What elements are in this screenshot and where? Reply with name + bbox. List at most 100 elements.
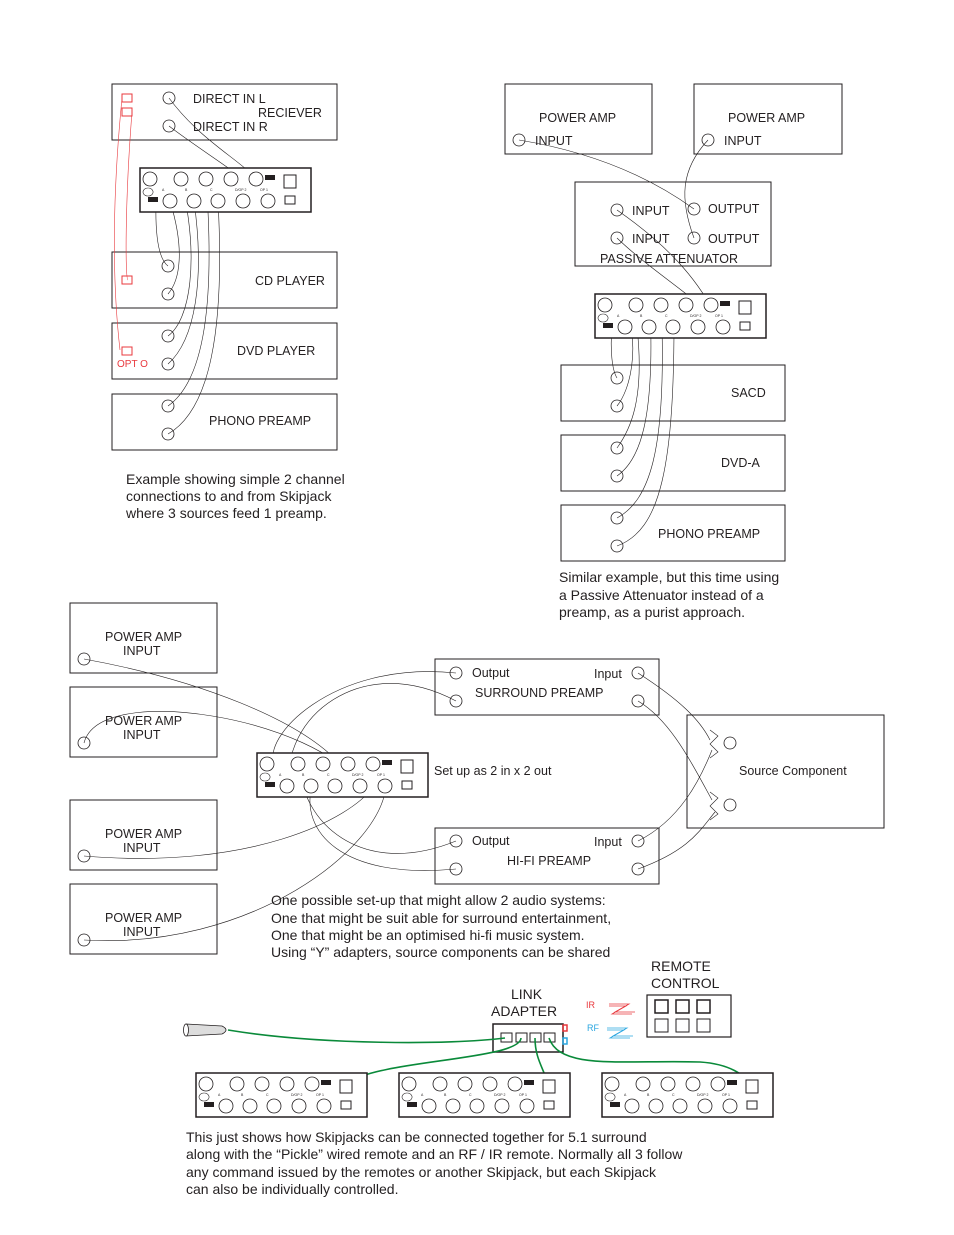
optical-port-icon	[321, 1080, 331, 1085]
remote-control[interactable]	[646, 994, 732, 1038]
label: HI-FI PREAMP	[507, 854, 591, 868]
rca-jack-icon	[248, 171, 264, 187]
label: PHONO PREAMP	[209, 414, 311, 428]
label: CD PLAYER	[255, 274, 325, 288]
rca-jack-icon	[210, 193, 226, 209]
rca-jack-icon	[685, 1076, 701, 1092]
dvd-a: DVD-A	[560, 434, 786, 492]
caption-line: One that might be an optimised hi-fi mus…	[271, 927, 585, 943]
remote-button[interactable]	[675, 1018, 690, 1033]
rca-jack-icon	[259, 756, 275, 772]
rca-jack-icon	[617, 319, 633, 335]
rca-jack-icon	[223, 171, 239, 187]
label: INPUT	[123, 925, 161, 939]
rca-jack-icon	[597, 297, 613, 313]
caption-line: along with the “Pickle” wired remote and…	[186, 1146, 683, 1162]
rca-jack-icon	[279, 778, 295, 794]
remote-label: CONTROL	[651, 975, 720, 991]
remote-button[interactable]	[654, 1018, 669, 1033]
rca-jack-icon	[142, 171, 158, 187]
rca-jack-icon	[445, 1098, 461, 1114]
caption-line: Using “Y” adapters, source components ca…	[271, 944, 610, 960]
label: INPUT	[724, 134, 762, 148]
label: OUTPUT	[708, 202, 760, 216]
optical-port-icon	[121, 107, 133, 117]
power-amp: POWER AMPINPUT	[69, 883, 218, 955]
rca-jack-icon	[254, 1076, 270, 1092]
label: RECIEVER	[258, 106, 322, 120]
rca-jack-icon	[660, 1076, 676, 1092]
label: OPT O	[117, 359, 148, 370]
remote-button[interactable]	[675, 999, 690, 1014]
ir-label: IR	[586, 1000, 596, 1010]
power-amp: POWER AMPINPUT	[69, 686, 218, 758]
link-adapter-label: ADAPTER	[491, 1003, 557, 1019]
label: POWER AMP	[105, 714, 182, 728]
optical-port-icon	[265, 175, 275, 180]
rca-jack-icon	[635, 1076, 651, 1092]
rca-jack-icon	[690, 319, 706, 335]
jack-label: D/OP 2	[697, 1093, 708, 1097]
label: SURROUND PREAMP	[475, 686, 604, 700]
skipjack-unit: A B C D/OP 2 OP 1	[139, 167, 312, 213]
rca-jack-icon	[235, 193, 251, 209]
label: INPUT	[123, 644, 161, 658]
rca-jack-icon	[628, 297, 644, 313]
rca-jack-icon	[242, 1098, 258, 1114]
label: INPUT	[632, 232, 670, 246]
ir-signal-icon	[609, 1003, 635, 1015]
rca-jack-icon	[377, 778, 393, 794]
optical-port-icon	[121, 93, 133, 103]
caption-line: any command issued by the remotes or ano…	[186, 1164, 657, 1180]
label: SACD	[731, 386, 766, 400]
rca-jack-icon	[279, 1076, 295, 1092]
rca-jack-icon	[316, 1098, 332, 1114]
skipjack-unit: A B C D/OP 2 OP 1	[256, 752, 429, 798]
label: POWER AMP	[728, 111, 805, 125]
remote-button[interactable]	[696, 999, 711, 1014]
remote-button[interactable]	[654, 999, 669, 1014]
jack-label: D/OP 2	[690, 314, 701, 318]
label: DVD PLAYER	[237, 344, 315, 358]
diagram-cd-player: CD PLAYER	[111, 251, 338, 309]
power-amp: POWER AMPINPUT	[69, 799, 218, 871]
rca-jack-icon	[365, 756, 381, 772]
rca-jack-icon	[340, 756, 356, 772]
rca-jack-icon	[703, 297, 719, 313]
rca-jack-icon	[229, 1076, 245, 1092]
source-component: Source Component	[686, 714, 885, 829]
label: Input	[594, 667, 622, 681]
label: DVD-A	[721, 456, 761, 470]
link-adapter-label: LINK	[511, 986, 543, 1002]
remote-button[interactable]	[696, 1018, 711, 1033]
caption-line: can also be individually controlled.	[186, 1181, 398, 1197]
rca-jack-icon	[457, 1076, 473, 1092]
rca-jack-icon	[494, 1098, 510, 1114]
label: OUTPUT	[708, 232, 760, 246]
jack-label: OP 1	[519, 1093, 527, 1097]
optical-port-icon	[603, 323, 613, 328]
caption-line: a Passive Attenuator instead of a	[559, 587, 764, 603]
pickle-wired-remote-icon	[183, 1023, 227, 1037]
optical-port-icon	[720, 301, 730, 306]
label: PASSIVE ATTENUATOR	[600, 252, 738, 266]
rca-jack-icon	[162, 193, 178, 209]
rca-jack-icon	[352, 778, 368, 794]
rca-jack-icon	[715, 319, 731, 335]
label: POWER AMP	[105, 911, 182, 925]
jack-label: D/OP 2	[352, 773, 363, 777]
label: Output	[472, 666, 510, 680]
label: PHONO PREAMP	[658, 527, 760, 541]
label: POWER AMP	[105, 630, 182, 644]
rca-jack-icon	[198, 171, 214, 187]
diagram-dvd-player: OPT O DVD PLAYER	[111, 322, 338, 380]
rca-jack-icon	[604, 1076, 620, 1092]
caption-line: One that might be suit able for surround…	[271, 910, 611, 926]
rca-jack-icon	[327, 778, 343, 794]
skipjack-unit: A B C D/OP 2 OP 1	[398, 1072, 571, 1118]
setup-label: Set up as 2 in x 2 out	[434, 764, 552, 778]
rca-jack-icon	[198, 1076, 214, 1092]
rca-jack-icon	[260, 193, 276, 209]
jack-label: D/OP 2	[291, 1093, 302, 1097]
phono-preamp-2: PHONO PREAMP	[560, 504, 786, 562]
